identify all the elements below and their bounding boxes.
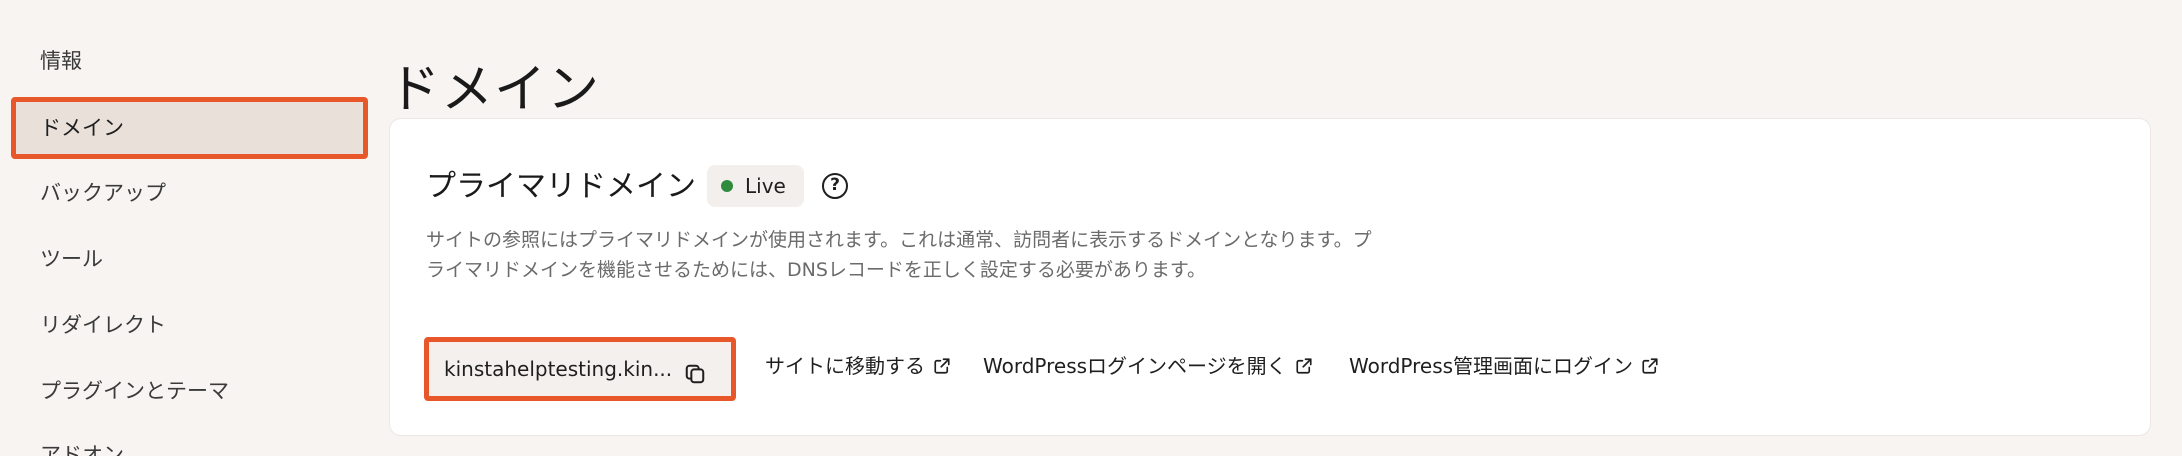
link-label: サイトに移動する bbox=[765, 354, 925, 378]
sidebar-item-label: プラグインとテーマ bbox=[40, 379, 229, 403]
sidebar-item-tools[interactable]: ツール bbox=[40, 239, 103, 279]
status-label: Live bbox=[745, 174, 786, 198]
sidebar-item-domains[interactable]: ドメイン bbox=[40, 108, 124, 148]
domain-field-inner: kinstahelptesting.kin... bbox=[434, 347, 726, 391]
sidebar-item-label: 情報 bbox=[40, 49, 82, 73]
sidebar-item-backups[interactable]: バックアップ bbox=[40, 173, 166, 213]
primary-domain-description: サイトの参照にはプライマリドメインが使用されます。これは通常、訪問者に表示するド… bbox=[426, 229, 1372, 281]
page-title: ドメイン bbox=[388, 59, 601, 120]
link-label: WordPress管理画面にログイン bbox=[1349, 354, 1634, 378]
domain-value: kinstahelptesting.kin... bbox=[444, 357, 673, 381]
visit-site-link[interactable]: サイトに移動する bbox=[765, 351, 951, 381]
sidebar-item-label: ドメイン bbox=[40, 116, 124, 140]
section-title: プライマリドメイン bbox=[426, 169, 696, 204]
wp-admin-login-link[interactable]: WordPress管理画面にログイン bbox=[1349, 351, 1659, 381]
sidebar-item-label: リダイレクト bbox=[40, 313, 166, 337]
wp-login-page-link[interactable]: WordPressログインページを開く bbox=[983, 351, 1313, 381]
copy-icon[interactable] bbox=[684, 363, 706, 385]
sidebar-item-info[interactable]: 情報 bbox=[40, 41, 82, 81]
sidebar-item-addons[interactable]: アドオン bbox=[40, 440, 124, 456]
link-label: WordPressログインページを開く bbox=[983, 354, 1287, 378]
status-dot-icon bbox=[721, 180, 733, 192]
external-link-icon bbox=[1296, 358, 1312, 374]
question-circle-icon[interactable]: ? bbox=[822, 173, 848, 199]
domain-field[interactable]: kinstahelptesting.kin... bbox=[424, 337, 736, 401]
sidebar-item-plugins-themes[interactable]: プラグインとテーマ bbox=[40, 371, 229, 411]
sidebar-item-redirects[interactable]: リダイレクト bbox=[40, 305, 166, 345]
primary-domain-card: プライマリドメイン Live ? サイトの参照にはプライマリドメインが使用されま… bbox=[389, 118, 2151, 436]
app: 情報 ドメイン バックアップ ツール リダイレクト プラグインとテーマ アドオン… bbox=[0, 0, 2182, 456]
external-link-icon bbox=[934, 358, 950, 374]
external-link-icon bbox=[1642, 358, 1658, 374]
sidebar-item-label: ツール bbox=[40, 247, 103, 271]
sidebar: 情報 ドメイン バックアップ ツール リダイレクト プラグインとテーマ アドオン bbox=[0, 0, 372, 456]
sidebar-item-label: アドオン bbox=[40, 443, 124, 456]
status-badge: Live bbox=[707, 165, 804, 207]
sidebar-item-label: バックアップ bbox=[40, 181, 166, 205]
